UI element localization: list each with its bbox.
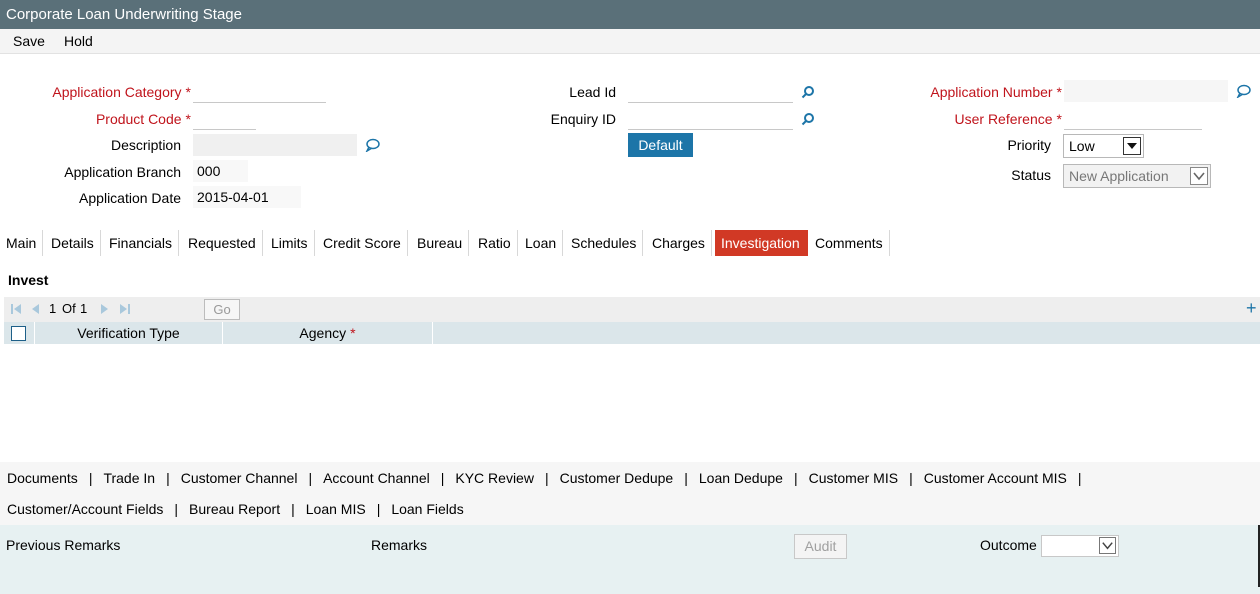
previous-remarks-label: Previous Remarks — [6, 537, 121, 553]
current-page: 1 — [49, 301, 57, 316]
add-row-icon[interactable]: + — [1246, 299, 1260, 317]
status-value: New Application — [1069, 168, 1169, 184]
menu-bar: Save Hold — [0, 29, 1260, 54]
product-code-field[interactable] — [193, 108, 256, 130]
footer-panel: Previous Remarks Remarks Audit Outcome — [0, 525, 1260, 594]
status-label: Status — [1011, 167, 1051, 183]
application-number-label: Application Number * — [930, 84, 1062, 100]
tab-schedules[interactable]: Schedules — [565, 230, 644, 256]
link-loan-mis[interactable]: Loan MIS — [306, 501, 366, 517]
pagination-bar: 1 Of 1 Go + — [4, 297, 1260, 322]
lead-id-field[interactable] — [628, 81, 793, 103]
last-page-icon[interactable] — [119, 303, 131, 315]
audit-button[interactable]: Audit — [794, 534, 847, 559]
next-page-icon[interactable] — [99, 303, 111, 315]
application-category-label: Application Category * — [52, 84, 191, 100]
link-loan-fields[interactable]: Loan Fields — [391, 501, 463, 517]
status-select: New Application — [1063, 164, 1211, 188]
tab-loan[interactable]: Loan — [519, 230, 564, 256]
chevron-down-icon — [1099, 537, 1116, 554]
link-customer-channel[interactable]: Customer Channel — [181, 470, 298, 486]
link-account-channel[interactable]: Account Channel — [323, 470, 430, 486]
tab-charges[interactable]: Charges — [646, 230, 712, 256]
remarks-label: Remarks — [371, 537, 428, 553]
tab-bureau[interactable]: Bureau — [411, 230, 470, 256]
link-customer-dedupe[interactable]: Customer Dedupe — [560, 470, 674, 486]
select-all-checkbox[interactable] — [11, 326, 26, 341]
search-icon[interactable] — [801, 85, 815, 99]
tab-bar: Main Details Financials Requested Limits… — [0, 230, 1260, 257]
tab-investigation[interactable]: Investigation — [715, 230, 808, 256]
column-verification-type[interactable]: Verification Type — [34, 322, 223, 344]
application-branch-field: 000 — [193, 160, 248, 182]
link-customer-mis[interactable]: Customer MIS — [809, 470, 898, 486]
lead-id-label: Lead Id — [569, 84, 616, 100]
link-customer-account-mis[interactable]: Customer Account MIS — [924, 470, 1067, 486]
link-bureau-report[interactable]: Bureau Report — [189, 501, 280, 517]
application-date-label: Application Date — [79, 190, 181, 206]
tab-main[interactable]: Main — [0, 230, 44, 256]
application-date-field: 2015-04-01 — [193, 186, 301, 208]
tab-requested[interactable]: Requested — [182, 230, 263, 256]
tab-financials[interactable]: Financials — [103, 230, 180, 256]
application-category-field[interactable] — [193, 81, 326, 103]
priority-label: Priority — [1007, 137, 1051, 153]
product-code-label: Product Code * — [95, 111, 191, 127]
previous-page-icon[interactable] — [29, 303, 41, 315]
chat-icon[interactable] — [365, 138, 380, 152]
outcome-select[interactable] — [1041, 535, 1119, 557]
link-loan-dedupe[interactable]: Loan Dedupe — [699, 470, 783, 486]
link-documents[interactable]: Documents — [7, 470, 78, 486]
section-title: Invest — [8, 272, 49, 288]
tab-credit-score[interactable]: Credit Score — [317, 230, 408, 256]
links-row-2: Customer/Account Fields | Bureau Report | Lo… — [7, 501, 464, 517]
subscreen-links: Documents | Trade In | Customer Channel | Acco… — [0, 462, 1260, 525]
page-of-label: Of — [62, 301, 76, 316]
tab-comments[interactable]: Comments — [809, 230, 890, 256]
window-title: Corporate Loan Underwriting Stage — [0, 0, 1260, 29]
user-reference-label: User Reference * — [954, 111, 1063, 127]
tab-limits[interactable]: Limits — [265, 230, 315, 256]
default-button[interactable]: Default — [628, 133, 693, 157]
enquiry-id-label: Enquiry ID — [550, 111, 616, 127]
user-reference-field[interactable] — [1064, 108, 1202, 130]
search-icon[interactable] — [801, 112, 815, 126]
priority-select[interactable]: Low — [1063, 134, 1144, 158]
application-number-field — [1064, 80, 1228, 102]
chevron-down-icon — [1123, 137, 1141, 155]
link-trade-in[interactable]: Trade In — [103, 470, 155, 486]
tab-details[interactable]: Details — [45, 230, 101, 256]
link-kyc-review[interactable]: KYC Review — [455, 470, 534, 486]
enquiry-id-field[interactable] — [628, 108, 793, 130]
first-page-icon[interactable] — [10, 303, 22, 315]
priority-value: Low — [1069, 138, 1095, 154]
chat-icon[interactable] — [1236, 84, 1251, 98]
grid-header: Verification Type Agency * — [4, 322, 1260, 344]
outcome-label: Outcome — [980, 537, 1037, 553]
total-pages: 1 — [80, 301, 88, 316]
links-row-1: Documents | Trade In | Customer Channel | Acco… — [7, 470, 1082, 486]
link-customer-account-fields[interactable]: Customer/Account Fields — [7, 501, 163, 517]
column-agency[interactable]: Agency * — [223, 322, 433, 344]
go-button[interactable]: Go — [204, 299, 240, 320]
tab-ratio[interactable]: Ratio — [472, 230, 518, 256]
description-field — [193, 134, 357, 156]
chevron-down-icon — [1190, 167, 1208, 185]
save-menu-item[interactable]: Save — [13, 33, 45, 49]
description-label: Description — [110, 137, 181, 153]
hold-menu-item[interactable]: Hold — [64, 33, 93, 49]
application-branch-label: Application Branch — [64, 164, 181, 180]
